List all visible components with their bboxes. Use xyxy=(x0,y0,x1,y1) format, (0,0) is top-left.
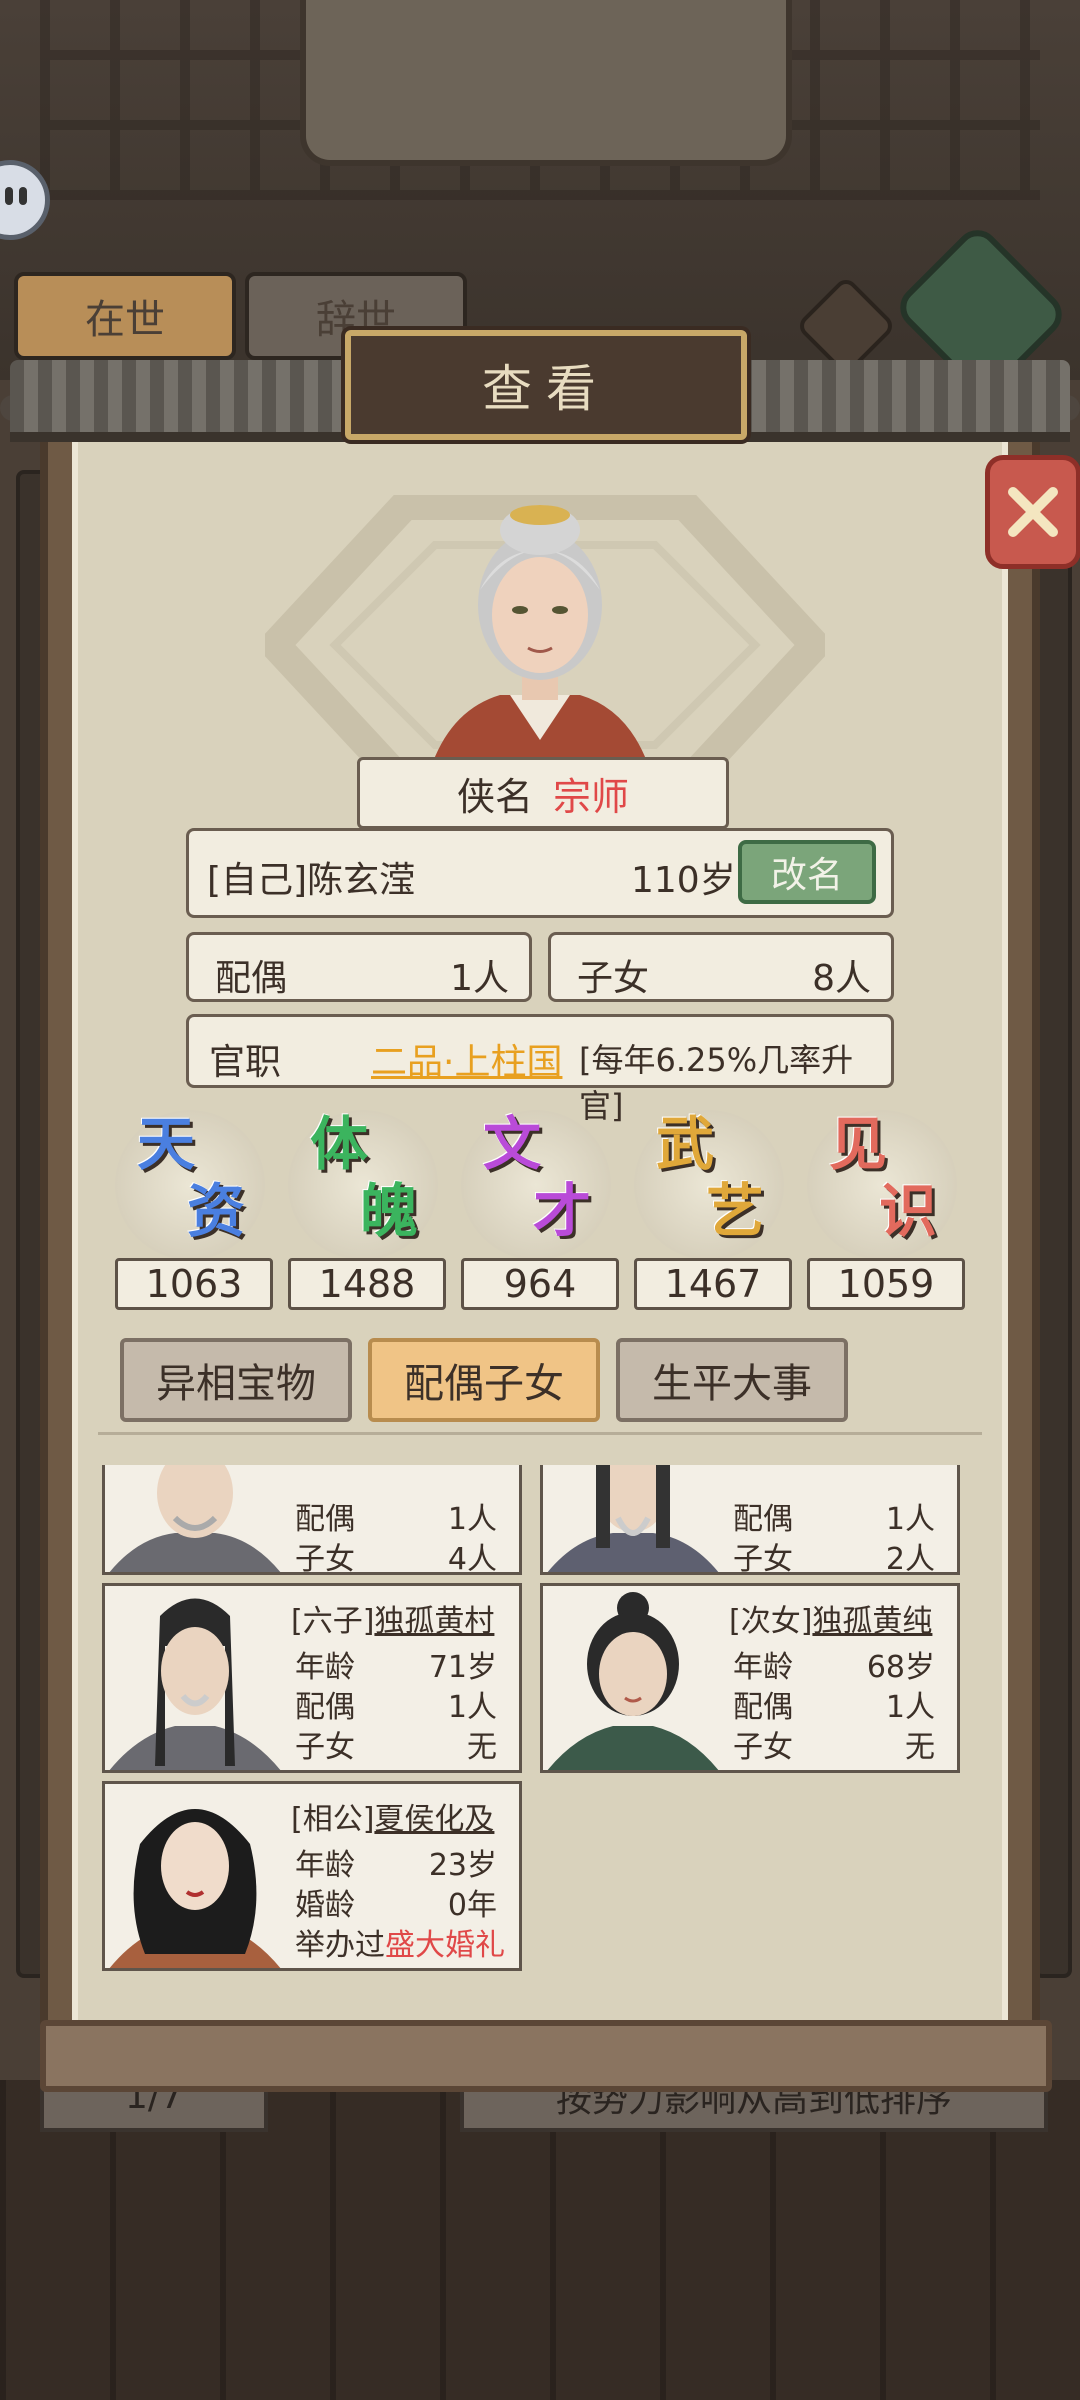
stat-label-top: 文 xyxy=(483,1110,542,1178)
children-value: 8人 xyxy=(812,958,871,999)
office-box: 官职 二品·上柱国 [每年6.25%几率升官] xyxy=(186,1014,894,1125)
title-box: 侠名 宗师 xyxy=(357,757,729,829)
avatar xyxy=(109,1465,281,1572)
identity-name: [自己]陈玄滢 xyxy=(207,860,416,901)
card-row-label: 年龄 xyxy=(295,1650,355,1685)
card-relation: [相公] xyxy=(291,1802,375,1837)
family-card[interactable]: [六子]独孤黄村 年龄 71岁 配偶 1人 子女 无 xyxy=(102,1583,522,1773)
card-name: [六子]独孤黄村 xyxy=(291,1596,494,1640)
stat-label-bottom: 魄 xyxy=(360,1177,419,1245)
stat-value: 1467 xyxy=(634,1258,792,1310)
close-button[interactable] xyxy=(985,455,1080,569)
card-row-value: 1人 xyxy=(447,1690,497,1725)
card-row-value: 68岁 xyxy=(866,1650,935,1685)
stat-label-bottom: 资 xyxy=(187,1177,246,1245)
stat-label-top: 体 xyxy=(310,1110,369,1178)
card-wedding: 举办过盛大婚礼 xyxy=(295,1920,505,1964)
avatar xyxy=(109,1809,281,1968)
spouse-box: 配偶 1人 xyxy=(186,932,532,1002)
title-value: 宗师 xyxy=(553,774,630,819)
card-row-value: 1人 xyxy=(885,1502,935,1537)
avatar xyxy=(109,1598,281,1770)
card-row-value: 4人 xyxy=(447,1542,497,1575)
card-wedding-value: 盛大婚礼 xyxy=(385,1928,505,1963)
card-row-value: 0年 xyxy=(447,1888,497,1923)
rename-label: 改名 xyxy=(770,855,843,896)
card-row-value: 2人 xyxy=(885,1542,935,1575)
children-box: 子女 8人 xyxy=(548,932,894,1002)
avatar xyxy=(547,1592,719,1770)
card-row-label: 配偶 xyxy=(295,1690,355,1725)
stat-label-top: 武 xyxy=(656,1110,715,1178)
identity-age: 110岁 xyxy=(631,860,736,901)
card-row-value: 1人 xyxy=(447,1502,497,1537)
family-card[interactable]: 配偶 1人 子女 4人 xyxy=(102,1465,522,1575)
tab-family[interactable]: 配偶子女 xyxy=(368,1338,600,1422)
card-row-label: 配偶 xyxy=(733,1690,793,1725)
title-label: 侠名 xyxy=(456,774,533,819)
stat-label-bottom: 艺 xyxy=(706,1177,765,1245)
card-row-label: 年龄 xyxy=(733,1650,793,1685)
children-label: 子女 xyxy=(577,958,650,999)
tab-alive[interactable]: 在世 xyxy=(14,272,236,360)
card-row-label: 子女 xyxy=(733,1730,793,1765)
card-row-label: 年龄 xyxy=(295,1848,355,1883)
tab-treasures[interactable]: 异相宝物 xyxy=(120,1338,352,1422)
wall-painting xyxy=(300,0,792,166)
stat-value: 1488 xyxy=(288,1258,446,1310)
tab-life-events-label: 生平大事 xyxy=(652,1361,812,1407)
stat-label-bottom: 才 xyxy=(533,1177,592,1245)
family-card[interactable]: [次女]独孤黄纯 年龄 68岁 配偶 1人 子女 无 xyxy=(540,1583,960,1773)
card-name: [次女]独孤黄纯 xyxy=(729,1596,932,1640)
card-wedding-label: 举办过 xyxy=(295,1928,385,1963)
modal-title: 查看 xyxy=(345,330,747,440)
close-icon xyxy=(1008,487,1058,537)
family-list[interactable]: 配偶 1人 子女 4人 配偶 1人 子女 2人 [六子]独孤黄村 年龄 71岁 … xyxy=(98,1465,982,1985)
card-row-value: 无 xyxy=(467,1730,497,1765)
office-label: 官职 xyxy=(209,1042,282,1083)
card-row-value: 71岁 xyxy=(428,1650,497,1685)
card-name: [相公]夏侯化及 xyxy=(291,1794,494,1838)
spouse-label: 配偶 xyxy=(215,958,288,999)
stat-value: 1063 xyxy=(115,1258,273,1310)
card-row-label: 子女 xyxy=(295,1542,355,1575)
card-row-label: 子女 xyxy=(733,1542,793,1575)
card-relation: [次女] xyxy=(729,1604,813,1639)
tab-treasures-label: 异相宝物 xyxy=(156,1361,316,1407)
tab-family-label: 配偶子女 xyxy=(404,1361,564,1407)
stat-label-bottom: 识 xyxy=(879,1177,938,1245)
card-row-label: 婚龄 xyxy=(295,1888,355,1923)
tab-alive-label: 在世 xyxy=(85,297,165,343)
card-name-text[interactable]: 夏侯化及 xyxy=(374,1802,494,1837)
stat-label-top: 天 xyxy=(137,1110,196,1178)
list-divider xyxy=(98,1432,982,1447)
card-name-text[interactable]: 独孤黄纯 xyxy=(812,1604,932,1639)
office-value[interactable]: 二品·上柱国 xyxy=(371,1033,562,1085)
card-row-value: 无 xyxy=(905,1730,935,1765)
card-row-label: 配偶 xyxy=(733,1502,793,1537)
rename-button[interactable]: 改名 xyxy=(738,840,876,904)
card-relation: [六子] xyxy=(291,1604,375,1639)
family-card[interactable]: 配偶 1人 子女 2人 xyxy=(540,1465,960,1575)
tab-life-events[interactable]: 生平大事 xyxy=(616,1338,848,1422)
spouse-value: 1人 xyxy=(450,958,509,999)
stat-label-top: 见 xyxy=(829,1110,888,1178)
card-name-text[interactable]: 独孤黄村 xyxy=(374,1604,494,1639)
avatar xyxy=(547,1465,719,1572)
character-portrait xyxy=(430,505,650,770)
modal-title-text: 查看 xyxy=(482,360,610,418)
family-card[interactable]: [相公]夏侯化及 年龄 23岁 婚龄 0年 举办过盛大婚礼 xyxy=(102,1781,522,1971)
card-row-label: 子女 xyxy=(295,1730,355,1765)
stat-value: 1059 xyxy=(807,1258,965,1310)
modal-footer xyxy=(40,2020,1052,2092)
stat-value: 964 xyxy=(461,1258,619,1310)
card-row-value: 23岁 xyxy=(428,1848,497,1883)
card-row-label: 配偶 xyxy=(295,1502,355,1537)
card-row-value: 1人 xyxy=(885,1690,935,1725)
